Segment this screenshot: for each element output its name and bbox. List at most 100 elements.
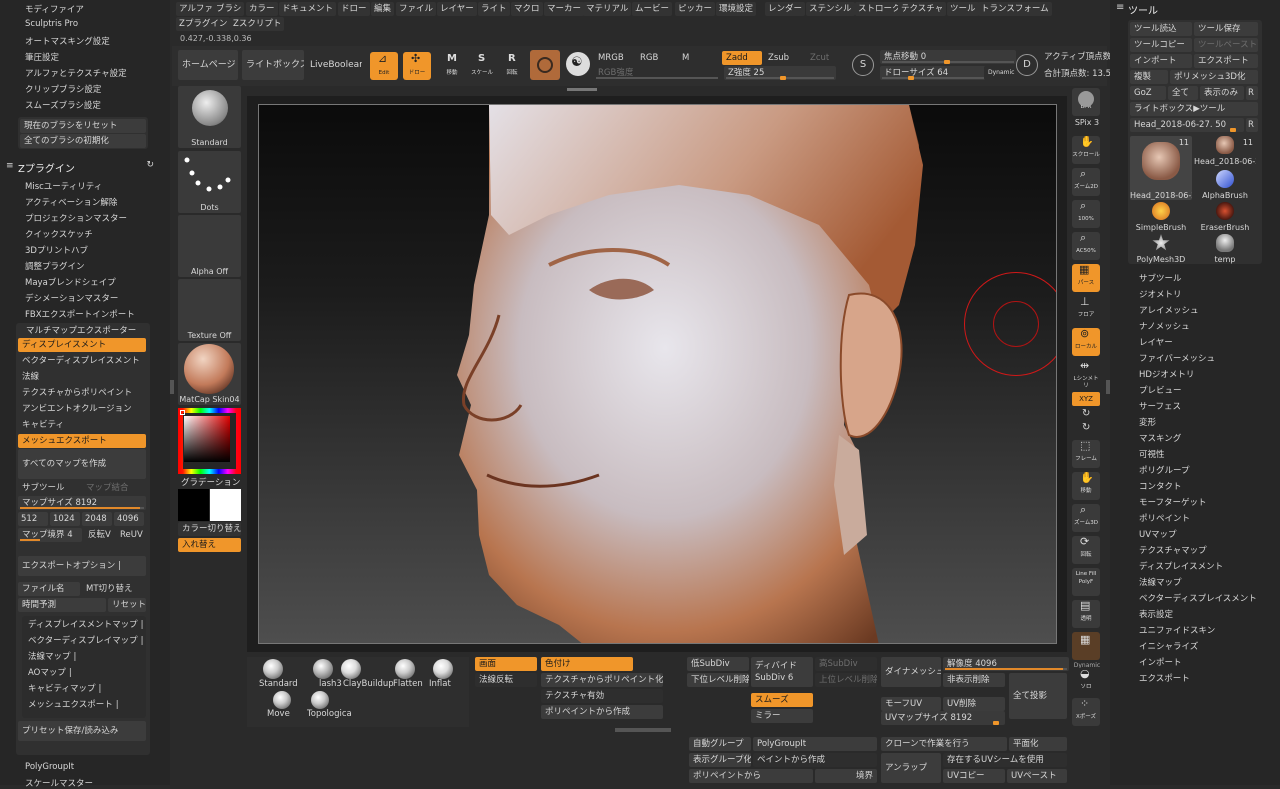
multimap-option[interactable]: アンビエントオクルージョン bbox=[18, 402, 146, 416]
brush-settings-item[interactable]: クリップブラシ設定 bbox=[25, 83, 101, 95]
zoom2d-button[interactable]: ⌕ ズーム2D bbox=[1072, 168, 1100, 196]
texture-thumbnail[interactable]: Texture Off bbox=[178, 279, 241, 341]
stroke-thumbnail[interactable]: Dots bbox=[178, 151, 241, 213]
tool-submenu-item[interactable]: 可視性 bbox=[1139, 448, 1165, 460]
polygroupit-button[interactable]: PolyGroupIt bbox=[753, 737, 877, 751]
m-button[interactable]: M bbox=[678, 51, 718, 65]
tool-submenu-item[interactable]: 表示設定 bbox=[1139, 608, 1173, 620]
map-setting-item[interactable]: 法線マップ | bbox=[24, 650, 144, 664]
export-options-button[interactable]: エクスポートオプション | bbox=[18, 556, 146, 576]
subdiv-level[interactable]: SubDiv 6 bbox=[755, 673, 793, 683]
tool-submenu-item[interactable]: ユニファイドスキン bbox=[1139, 624, 1215, 636]
draw-size-slider[interactable]: ドローサイズ 64 bbox=[880, 66, 990, 80]
ghost-button[interactable]: ▦ bbox=[1072, 632, 1100, 660]
high-subdiv-button[interactable]: 高SubDiv bbox=[815, 657, 877, 671]
map-setting-item[interactable]: ベクターディスプレイマップ | bbox=[24, 634, 144, 648]
quick-brush-icon[interactable] bbox=[313, 659, 333, 679]
tool-submenu-item[interactable]: アレイメッシュ bbox=[1139, 304, 1199, 316]
quick-brush-icon[interactable] bbox=[273, 691, 291, 709]
uv-delete-button[interactable]: UV削除 bbox=[943, 697, 1005, 711]
focal-shift-slider[interactable]: 焦点移動 0 bbox=[880, 50, 1016, 64]
smooth-button[interactable]: スムーズ bbox=[751, 693, 813, 707]
secondary-color-swatch[interactable] bbox=[210, 489, 241, 521]
rotate-axis2-icon[interactable]: ↻ bbox=[1082, 422, 1090, 433]
resolution-slider[interactable]: 解像度 4096 bbox=[943, 657, 1069, 671]
menu-item[interactable]: ドロー bbox=[338, 2, 370, 16]
goz-visible-button[interactable]: 表示のみ bbox=[1200, 86, 1244, 100]
ac50-button[interactable]: ⌕ AC50% bbox=[1072, 232, 1100, 260]
brush-settings-item[interactable]: アルファとテクスチャ設定 bbox=[25, 67, 127, 79]
document-canvas[interactable] bbox=[258, 104, 1057, 644]
scroll-button[interactable]: ✋ スクロール bbox=[1072, 136, 1100, 164]
reuv-button[interactable]: ReUV bbox=[116, 528, 146, 542]
use-uv-seams-button[interactable]: 存在するUVシームを使用 bbox=[943, 753, 1067, 767]
xpose-button[interactable]: ⁘ Xポーズ bbox=[1072, 698, 1100, 726]
border-button[interactable]: 境界 bbox=[815, 769, 877, 783]
quick-brush-label[interactable]: ClayBuildup bbox=[343, 679, 394, 689]
texture-enabled-toggle[interactable]: テクスチャ有効 bbox=[541, 689, 663, 703]
zsub-button[interactable]: Zsub bbox=[764, 51, 804, 65]
home-page-button[interactable]: ホームページ bbox=[178, 50, 238, 80]
zplugin-item[interactable]: クイックスケッチ bbox=[25, 228, 93, 240]
perspective-button[interactable]: ▦ パース bbox=[1072, 264, 1100, 292]
color-switch-button[interactable]: カラー切り替え bbox=[178, 522, 241, 536]
material-thumbnail[interactable]: MatCap Skin04 bbox=[178, 343, 241, 405]
tool-thumbnail[interactable]: SimpleBrush bbox=[1130, 202, 1192, 232]
quick-brush-label[interactable]: Standard bbox=[259, 679, 298, 689]
map-size-option[interactable]: 1024 bbox=[50, 512, 80, 526]
tool-submenu-item[interactable]: コンタクト bbox=[1139, 480, 1182, 492]
group-visible-button[interactable]: 表示グループ化 bbox=[689, 753, 751, 767]
zoom3d-button[interactable]: ⌕ ズーム3D bbox=[1072, 504, 1100, 532]
floor-button[interactable]: ⊥ フロア bbox=[1072, 296, 1100, 324]
tool-submenu-item[interactable]: モーフターゲット bbox=[1139, 496, 1207, 508]
goz-button[interactable]: GoZ bbox=[1130, 86, 1166, 100]
zplugin-item[interactable]: アクティベーション解除 bbox=[25, 196, 117, 208]
multimap-option[interactable]: ディスプレイスメント bbox=[18, 338, 146, 352]
tool-load-button[interactable]: ツール読込 bbox=[1130, 22, 1192, 36]
menu-item[interactable]: 編集 bbox=[371, 2, 395, 16]
create-from-polypaint-button[interactable]: ポリペイントから作成 bbox=[541, 705, 663, 719]
uv-paste-button[interactable]: UVペースト bbox=[1007, 769, 1067, 783]
import-button[interactable]: インポート bbox=[1130, 54, 1192, 68]
tool-submenu-item[interactable]: テクスチャマップ bbox=[1139, 544, 1207, 556]
menu-item[interactable]: ツール bbox=[947, 2, 979, 16]
tool-submenu-item[interactable]: ジオメトリ bbox=[1139, 288, 1182, 300]
zplugin-item[interactable]: Miscユーティリティ bbox=[25, 180, 102, 192]
quick-brush-label[interactable]: Inflat bbox=[429, 679, 451, 689]
quick-brush-label[interactable]: lash3 bbox=[319, 679, 342, 689]
symmetry-button[interactable]: ⇹ Lシンメトリ bbox=[1072, 360, 1100, 388]
quick-brush-label[interactable]: Topologica bbox=[307, 709, 352, 719]
menu-item[interactable]: トランスフォーム bbox=[978, 2, 1052, 16]
menu-item[interactable]: カラー bbox=[246, 2, 278, 16]
zplugin-item[interactable]: 調整プラグイン bbox=[25, 260, 85, 272]
tool-submenu-item[interactable]: ポリペイント bbox=[1139, 512, 1190, 524]
menu-item[interactable]: ピッカー bbox=[675, 2, 716, 16]
zoom-d-icon[interactable]: D bbox=[1016, 54, 1038, 76]
tool-copy-button[interactable]: ツールコピー bbox=[1130, 38, 1192, 52]
screen-toggle[interactable]: 画面 bbox=[475, 657, 537, 671]
color-picker-button[interactable]: ☯ bbox=[566, 52, 590, 76]
swap-color-button[interactable]: 入れ替え bbox=[178, 538, 241, 552]
project-all-button[interactable]: 全て投影 bbox=[1009, 673, 1067, 719]
quick-brush-icon[interactable] bbox=[311, 691, 329, 709]
lightbox-button[interactable]: ライトボックス bbox=[242, 50, 304, 80]
multimap-title[interactable]: マルチマップエクスポーター bbox=[26, 324, 136, 336]
zplugin-item[interactable]: Mayaブレンドシェイプ bbox=[25, 276, 116, 288]
menu-item[interactable]: レイヤー bbox=[437, 2, 477, 16]
tool-submenu-item[interactable]: プレビュー bbox=[1139, 384, 1182, 396]
map-setting-item[interactable]: AOマップ | bbox=[24, 666, 144, 680]
menu-item[interactable]: ステンシル bbox=[806, 2, 855, 16]
stroke-s-icon[interactable]: S bbox=[852, 54, 874, 76]
menu-item[interactable]: 環境設定 bbox=[716, 2, 757, 16]
gradient-label[interactable]: グラデーション bbox=[181, 476, 240, 488]
menu-item[interactable]: マクロ bbox=[511, 2, 543, 16]
tool-thumbnail[interactable]: PolyMesh3D bbox=[1130, 234, 1192, 264]
map-merge-toggle[interactable]: マップ結合 bbox=[82, 481, 144, 495]
spix-slider[interactable]: SPix 3 bbox=[1072, 118, 1102, 127]
dynamic-size-button[interactable]: Dynamic bbox=[984, 66, 1018, 80]
time-estimate-button[interactable]: 時間予測 bbox=[18, 598, 106, 612]
quick-brush-icon[interactable] bbox=[341, 659, 361, 679]
tool-submenu-item[interactable]: ディスプレイスメント bbox=[1139, 560, 1223, 572]
tool-submenu-item[interactable]: イニシャライズ bbox=[1139, 640, 1198, 652]
tool-submenu-item[interactable]: UVマップ bbox=[1139, 528, 1177, 540]
